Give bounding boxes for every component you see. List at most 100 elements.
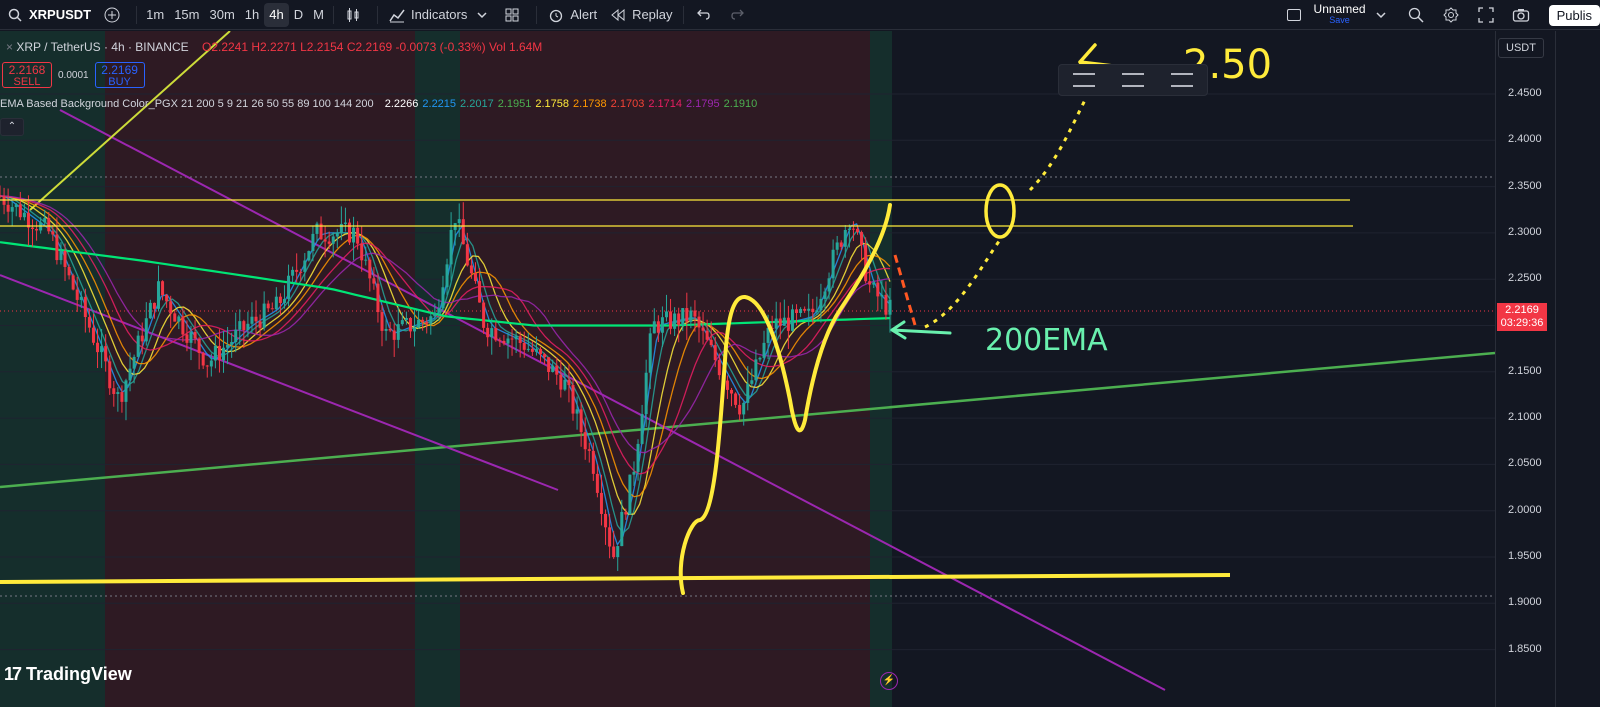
candle-body — [506, 338, 510, 344]
candle-body — [490, 328, 494, 338]
buy-label: BUY — [108, 76, 131, 88]
alert-label: Alert — [570, 7, 598, 22]
layout-save-status[interactable]: Save — [1329, 15, 1350, 26]
timeframe-30m[interactable]: 30m — [204, 3, 239, 27]
price-tick: 1.8500 — [1508, 642, 1542, 655]
candle-body — [87, 317, 91, 328]
candle-body — [136, 335, 140, 357]
templates-button[interactable] — [497, 3, 532, 27]
candle-body — [526, 348, 530, 350]
floating-drawing-toolbar[interactable] — [1058, 64, 1208, 96]
currency-selector[interactable]: USDT — [1498, 38, 1544, 58]
rewind-icon — [609, 6, 627, 24]
open-value: O2.2241 — [201, 40, 249, 54]
timeframe-4h[interactable]: 4h — [264, 2, 289, 27]
candle-body — [579, 409, 583, 433]
candle-body — [270, 308, 274, 310]
layout-name[interactable]: Unnamed Save — [1314, 3, 1366, 26]
candle-body — [839, 242, 843, 247]
buy-button[interactable]: 2.2169 BUY — [94, 62, 145, 88]
candle-body — [494, 328, 498, 341]
candle-body — [71, 275, 75, 290]
collapse-legend-button[interactable]: ⌃ — [0, 118, 24, 136]
candle-body — [469, 265, 473, 274]
candle-body — [303, 260, 307, 272]
candle-body — [433, 312, 437, 317]
candle-body — [421, 319, 425, 322]
top-toolbar: XRPUSDT 1m 15m 30m 1h 4h D M Indicators — [0, 0, 1600, 30]
undo-icon — [694, 6, 712, 24]
ema-value-8: 2.1795 — [685, 98, 720, 110]
symbol-search[interactable]: XRPUSDT — [0, 3, 97, 27]
candle-body — [181, 316, 185, 335]
compare-button[interactable] — [97, 3, 132, 27]
ema-value-3: 2.1951 — [497, 98, 532, 110]
timeframe-15m[interactable]: 15m — [169, 3, 204, 27]
candle-body — [222, 347, 226, 361]
candle-body — [815, 310, 819, 313]
candle-body — [35, 228, 39, 231]
last-price-tag: 2.2169 03:29:36 — [1497, 303, 1547, 331]
price-tick: 2.0500 — [1508, 457, 1542, 470]
candle-body — [604, 513, 608, 528]
quick-search-button[interactable] — [1401, 3, 1436, 27]
chart-canvas[interactable]: 2.50 200EMA — [0, 31, 1495, 707]
timeframe-1m[interactable]: 1m — [141, 3, 169, 27]
sell-button[interactable]: 2.2168 SELL — [2, 62, 52, 88]
candle-body — [709, 339, 713, 346]
tradingview-logo[interactable]: 17 TradingView — [4, 664, 132, 685]
candle-body — [63, 250, 67, 267]
node-tool-icon[interactable] — [1171, 73, 1194, 87]
candle-body — [868, 281, 872, 285]
redo-button[interactable] — [723, 3, 758, 27]
candle-body — [567, 379, 571, 386]
candle-body — [697, 316, 701, 328]
candle-body — [847, 228, 851, 230]
candle-body — [608, 527, 612, 547]
timeframe-1h[interactable]: 1h — [240, 3, 264, 27]
replay-button[interactable]: Replay — [603, 3, 678, 27]
indicators-button[interactable]: Indicators — [382, 3, 497, 27]
price-axis[interactable]: 2.45002.40002.35002.30002.25002.20002.15… — [1495, 31, 1556, 707]
candle-body — [278, 296, 282, 303]
settings-button[interactable] — [1436, 3, 1471, 27]
plus-circle-icon — [103, 6, 121, 24]
price-tick: 2.1000 — [1508, 411, 1542, 424]
candle-body — [742, 402, 746, 415]
symbol-name[interactable]: XRPUSDT — [29, 7, 91, 22]
ema-indicator-legend[interactable]: EMA Based Background Color_PGX 21 200 5 … — [0, 98, 757, 110]
candle-body — [591, 450, 595, 474]
candle-body — [713, 345, 717, 361]
ema-value-7: 2.1714 — [648, 98, 682, 110]
alert-button[interactable]: Alert — [541, 3, 603, 27]
candle-body — [437, 308, 441, 313]
candle-body — [230, 342, 234, 345]
candle-body — [323, 239, 327, 242]
snapshot-button[interactable] — [1506, 3, 1541, 27]
candle-body — [100, 346, 104, 353]
symbol-legend: × XRP / TetherUS · 4h · BINANCE O2.2241 … — [6, 40, 542, 54]
symbol-title[interactable]: XRP / TetherUS · 4h · BINANCE — [16, 40, 188, 54]
gear-icon — [1442, 6, 1460, 24]
sell-label: SELL — [13, 76, 41, 88]
timeframe-d[interactable]: D — [289, 3, 308, 27]
undo-button[interactable] — [688, 3, 723, 27]
candle-body — [295, 269, 299, 272]
timeframe-m[interactable]: M — [308, 3, 329, 27]
flash-icon[interactable]: ⚡ — [880, 672, 898, 690]
candle-body — [364, 259, 368, 261]
line-tool-icon[interactable] — [1072, 73, 1095, 87]
candle-body — [717, 360, 721, 376]
collapse-dot-icon: × — [6, 40, 17, 54]
candle-body — [465, 244, 469, 266]
chart-type-button[interactable] — [338, 3, 373, 27]
candle-body — [124, 380, 128, 402]
layout-button[interactable]: Unnamed Save — [1279, 3, 1401, 27]
trade-panel: 2.2168 SELL 0.0001 2.2169 BUY — [2, 62, 145, 88]
candle-body — [148, 302, 152, 319]
parallel-tool-icon[interactable] — [1121, 73, 1144, 87]
candle-body — [368, 259, 372, 279]
publish-button[interactable]: Publis — [1548, 4, 1600, 26]
ema-indicator-name: EMA Based Background Color_PGX 21 200 5 … — [0, 98, 374, 110]
fullscreen-button[interactable] — [1471, 3, 1506, 27]
